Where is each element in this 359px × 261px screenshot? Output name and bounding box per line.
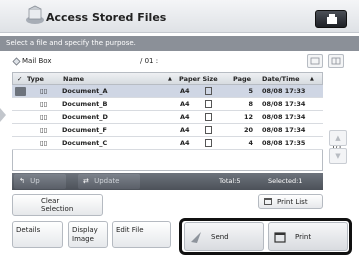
page-icon xyxy=(205,87,212,95)
page-count: 4 xyxy=(248,139,253,147)
send-button[interactable]: Send xyxy=(184,222,264,251)
column-type[interactable]: Type xyxy=(27,75,44,83)
list-view-icon xyxy=(310,57,320,65)
update-button-label: Update xyxy=(94,177,120,185)
list-view-button[interactable] xyxy=(307,54,323,68)
file-name: Document_C xyxy=(62,139,108,147)
clear-selection-label: Clear xyxy=(41,197,60,205)
printer-icon xyxy=(264,198,272,205)
device-status-button[interactable] xyxy=(315,10,347,28)
column-name[interactable]: Name xyxy=(63,75,84,83)
page-icon xyxy=(205,139,212,147)
file-type-icon: ▯▯ xyxy=(40,113,48,121)
instruction-banner: Select a file and specify the purpose. xyxy=(0,36,359,51)
file-name: Document_D xyxy=(62,113,108,121)
table-row[interactable]: ▯▯ Document_C A4 4 08/08 17:35 xyxy=(12,137,323,150)
up-arrow-icon: ↰ xyxy=(19,177,25,185)
back-arrow-icon xyxy=(0,108,6,122)
file-name: Document_A xyxy=(62,87,108,95)
check-column-icon: ✓ xyxy=(17,75,23,83)
display-image-label-2: Image xyxy=(72,235,94,243)
sort-asc-icon: ▲ xyxy=(168,76,172,82)
selected-count: Selected:1 xyxy=(268,177,303,185)
table-row[interactable]: ▯▯ Document_D A4 12 08/08 17:34 xyxy=(12,111,323,124)
page-count: 20 xyxy=(243,126,253,134)
details-label: Details xyxy=(16,226,41,234)
selected-check-icon xyxy=(15,87,26,96)
file-name: Document_B xyxy=(62,100,108,108)
date-time: 08/08 17:34 xyxy=(262,113,306,121)
paper-size: A4 xyxy=(180,139,190,147)
date-time: 08/08 17:33 xyxy=(262,87,306,95)
scroll-down-button[interactable]: ▼ xyxy=(329,148,347,164)
edit-file-label: Edit File xyxy=(116,226,144,234)
up-button-label: Up xyxy=(30,177,40,185)
mailbox-path: / 01 : xyxy=(140,57,159,65)
file-type-icon: ▯▯ xyxy=(40,139,48,147)
edit-file-button[interactable]: Edit File xyxy=(112,221,171,248)
up-button[interactable]: ↰ Up xyxy=(14,174,66,189)
update-icon: ⇄ xyxy=(83,177,89,185)
arrow-up-icon: ▲ xyxy=(335,134,341,142)
date-time: 08/08 17:34 xyxy=(262,126,306,134)
mailbox-bar: Mail Box / 01 : xyxy=(12,55,347,69)
file-type-icon: ▯▯ xyxy=(40,126,48,134)
file-name: Document_F xyxy=(62,126,107,134)
grid-view-icon xyxy=(331,57,341,65)
page-icon xyxy=(205,126,212,134)
page-count: 8 xyxy=(248,100,253,108)
page-icon xyxy=(205,113,212,121)
display-image-label: Display xyxy=(72,226,98,234)
table-header: ✓ Type Name ▲ Paper Size Page Date/Time … xyxy=(12,72,323,85)
paper-size: A4 xyxy=(180,100,190,108)
mailbox-label: Mail Box xyxy=(22,57,52,65)
details-button[interactable]: Details xyxy=(12,221,63,248)
display-image-button[interactable]: Display Image xyxy=(68,221,108,248)
scroll-up-button[interactable]: ▲ xyxy=(329,130,347,146)
table-row[interactable]: ▯▯ Document_B A4 8 08/08 17:34 xyxy=(12,98,323,111)
paper-size: A4 xyxy=(180,87,190,95)
table-row[interactable]: ▯▯ Document_F A4 20 08/08 17:34 xyxy=(12,124,323,137)
file-type-icon: ▯▯ xyxy=(40,87,48,95)
column-date-time[interactable]: Date/Time xyxy=(262,75,300,83)
page-count: 12 xyxy=(243,113,253,121)
total-count: Total:5 xyxy=(219,177,241,185)
date-time: 08/08 17:34 xyxy=(262,100,306,108)
file-type-icon: ▯▯ xyxy=(40,100,48,108)
mailbox-icon xyxy=(12,57,21,66)
column-paper-size[interactable]: Paper Size xyxy=(179,75,218,83)
print-list-label: Print List xyxy=(277,198,308,206)
date-time: 08/08 17:35 xyxy=(262,139,306,147)
column-page[interactable]: Page xyxy=(233,75,251,83)
update-button[interactable]: ⇄ Update xyxy=(78,174,140,189)
clear-selection-label-2: Selection xyxy=(41,205,74,213)
device-icon xyxy=(327,14,337,24)
clear-selection-button[interactable]: Clear Selection xyxy=(12,194,103,216)
print-list-button[interactable]: Print List xyxy=(258,194,323,209)
print-icon xyxy=(274,232,286,243)
send-icon xyxy=(191,232,201,243)
sort-asc-icon: ▲ xyxy=(310,76,314,82)
page-icon xyxy=(205,100,212,108)
send-label: Send xyxy=(211,233,229,241)
stored-files-icon xyxy=(26,5,44,24)
paper-size: A4 xyxy=(180,126,190,134)
grid-view-button[interactable] xyxy=(328,54,344,68)
table-row[interactable]: ▯▯ Document_A A4 5 08/08 17:33 xyxy=(12,85,323,98)
paper-size: A4 xyxy=(180,113,190,121)
print-button[interactable]: Print xyxy=(268,222,348,251)
print-label: Print xyxy=(295,233,312,241)
arrow-down-icon: ▼ xyxy=(335,152,341,160)
page-title: Access Stored Files xyxy=(46,11,167,24)
page-count: 5 xyxy=(248,87,253,95)
